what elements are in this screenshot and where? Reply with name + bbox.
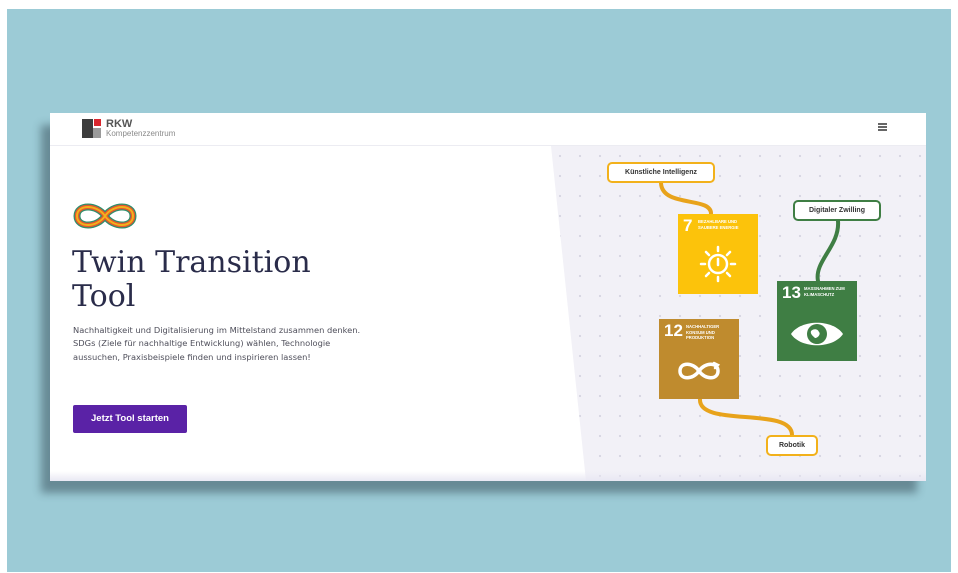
- technology-digital-twin-pill[interactable]: Digitaler Zwilling: [793, 200, 881, 221]
- hamburger-menu-icon[interactable]: [878, 123, 887, 132]
- eye-globe-icon: [791, 322, 843, 346]
- technology-ki-pill[interactable]: Künstliche Intelligenz: [607, 162, 715, 183]
- hero-section: Twin Transition Tool Nachhaltigkeit und D…: [50, 146, 926, 481]
- section-bottom-edge: [50, 471, 926, 481]
- technology-robotics-pill[interactable]: Robotik: [766, 435, 818, 456]
- browser-page: RKW Kompetenzzentrum Twin Transition Tool…: [50, 113, 926, 481]
- top-navigation-bar: RKW Kompetenzzentrum: [50, 113, 926, 146]
- sdg-7-tile[interactable]: 7 Bezahlbare und saubere Energie: [678, 214, 758, 294]
- infinity-loop-icon: [678, 361, 721, 380]
- sdg-12-tile[interactable]: 12 Nachhaltiger Konsum und Produktion: [659, 319, 739, 399]
- brand-subtitle: Kompetenzzentrum: [106, 129, 176, 138]
- rkw-logo-icon[interactable]: [82, 119, 101, 138]
- sdg-13-tile[interactable]: 13 Massnahmen zum Klimaschutz: [777, 281, 857, 361]
- sun-power-icon: [699, 245, 737, 283]
